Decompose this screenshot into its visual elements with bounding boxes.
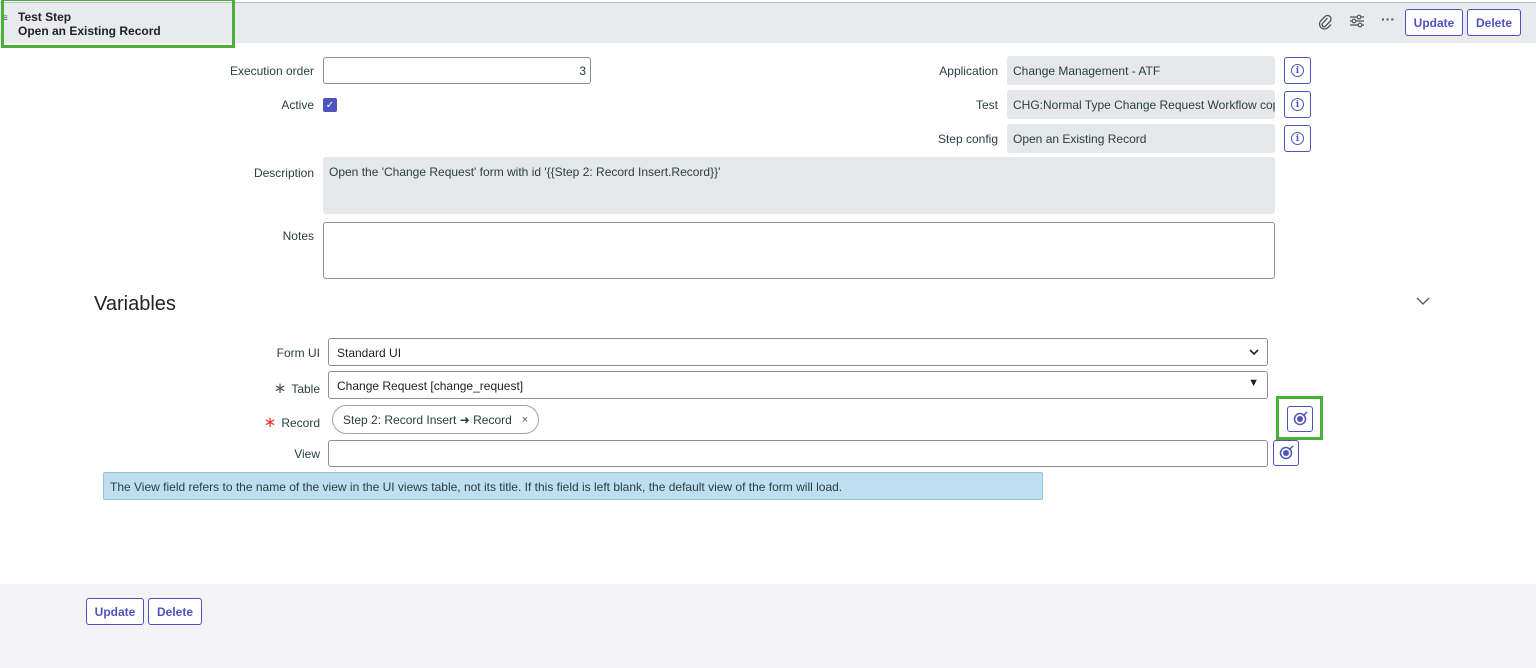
test-info-button[interactable]: i [1284, 91, 1311, 118]
view-label: View [294, 447, 320, 461]
update-button[interactable]: Update [1405, 9, 1463, 36]
record-pill[interactable]: Step 2: Record Insert ➜ Record × [332, 405, 540, 434]
form-ui-select[interactable]: Standard UI [328, 338, 1268, 366]
application-label: Application [939, 64, 998, 78]
application-field: Change Management - ATF [1007, 56, 1275, 85]
title-highlight-box [1, 0, 235, 48]
application-info-button[interactable]: i [1284, 57, 1311, 84]
chevron-down-icon[interactable] [1416, 293, 1430, 309]
form-footer: Update Delete [0, 584, 1536, 668]
info-icon: i [1291, 64, 1304, 77]
more-icon[interactable]: ··· [1381, 11, 1395, 27]
chevron-down-icon [1249, 344, 1259, 360]
notes-textarea[interactable] [323, 222, 1275, 279]
picker-highlight-box [1276, 396, 1323, 440]
sliders-icon[interactable] [1349, 14, 1365, 31]
footer-update-button[interactable]: Update [86, 598, 144, 625]
record-label: ∗ Record [263, 414, 320, 431]
view-input[interactable] [328, 440, 1268, 467]
table-select[interactable]: Change Request [change_request] ▼ [328, 371, 1268, 399]
description-label: Description [253, 166, 314, 180]
remove-pill-icon[interactable]: × [522, 414, 528, 426]
record-pill-label: Step 2: Record Insert ➜ Record [343, 412, 512, 427]
execution-order-input[interactable] [323, 57, 591, 84]
test-field: CHG:Normal Type Change Request Workflow … [1007, 90, 1275, 119]
required-icon: ∗ [263, 414, 277, 431]
caret-down-icon: ▼ [1248, 377, 1259, 389]
view-data-pill-picker-button[interactable] [1273, 440, 1299, 466]
test-label: Test [975, 98, 998, 112]
execution-order-label: Execution order [229, 64, 314, 78]
step-config-label: Step config [937, 132, 998, 146]
notes-label: Notes [282, 229, 314, 243]
variables-section-title: Variables [94, 293, 176, 315]
active-label: Active [281, 98, 314, 112]
info-icon: i [1291, 98, 1304, 111]
table-value: Change Request [change_request] [337, 379, 524, 393]
description-field: Open the 'Change Request' form with id '… [323, 157, 1275, 214]
table-label: ∗ Table [273, 380, 320, 397]
active-checkbox[interactable]: ✓ [323, 98, 337, 112]
form-ui-value: Standard UI [337, 346, 402, 360]
required-icon: ∗ [273, 380, 287, 397]
step-config-field: Open an Existing Record [1007, 124, 1275, 153]
footer-delete-button[interactable]: Delete [148, 598, 202, 625]
data-pill-picker-icon [1279, 445, 1294, 460]
view-help-text: The View field refers to the name of the… [103, 472, 1043, 500]
info-icon: i [1291, 132, 1304, 145]
paperclip-icon[interactable] [1318, 14, 1332, 33]
delete-button[interactable]: Delete [1467, 9, 1521, 36]
step-config-info-button[interactable]: i [1284, 125, 1311, 152]
form-ui-label: Form UI [276, 346, 320, 360]
